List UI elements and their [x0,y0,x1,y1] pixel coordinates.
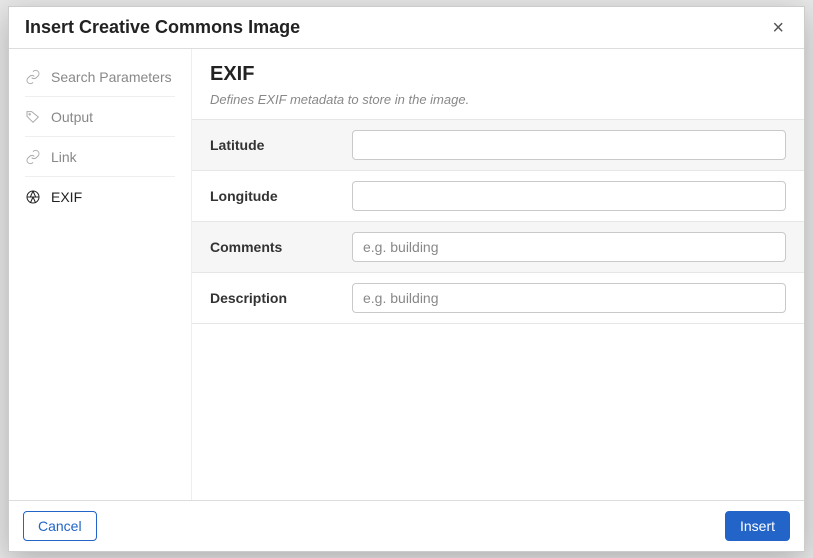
dialog-title: Insert Creative Commons Image [25,17,300,38]
description-input[interactable] [352,283,786,313]
main-header: EXIF Defines EXIF metadata to store in t… [192,49,804,119]
close-icon: × [772,17,784,39]
panel-title: EXIF [210,63,786,86]
insert-button[interactable]: Insert [725,511,790,541]
sidebar-item-output[interactable]: Output [9,97,191,137]
sidebar-item-label: Link [51,149,77,165]
field-row-latitude: Latitude [192,120,804,171]
dialog-body: Search Parameters Output Link [9,49,804,500]
panel-description: Defines EXIF metadata to store in the im… [210,92,786,107]
main-panel: EXIF Defines EXIF metadata to store in t… [191,49,804,500]
sidebar-item-link[interactable]: Link [9,137,191,177]
sidebar-item-exif[interactable]: EXIF [9,177,191,217]
field-label: Longitude [210,188,340,204]
field-label: Latitude [210,137,340,153]
close-button[interactable]: × [768,18,788,38]
latitude-input[interactable] [352,130,786,160]
sidebar-item-label: EXIF [51,189,82,205]
dialog-header: Insert Creative Commons Image × [9,7,804,49]
tag-icon [25,109,41,125]
field-row-longitude: Longitude [192,171,804,222]
cancel-button[interactable]: Cancel [23,511,97,541]
sidebar: Search Parameters Output Link [9,49,191,500]
field-row-comments: Comments [192,222,804,273]
insert-cc-image-dialog: Insert Creative Commons Image × Search P… [8,6,805,552]
sidebar-item-label: Output [51,109,93,125]
comments-input[interactable] [352,232,786,262]
sidebar-item-label: Search Parameters [51,69,172,85]
link-icon [25,149,41,165]
field-row-description: Description [192,273,804,324]
field-label: Description [210,290,340,306]
exif-form: Latitude Longitude Comments Description [192,119,804,324]
dialog-footer: Cancel Insert [9,500,804,551]
sidebar-item-search-parameters[interactable]: Search Parameters [9,57,191,97]
aperture-icon [25,189,41,205]
field-label: Comments [210,239,340,255]
longitude-input[interactable] [352,181,786,211]
link-icon [25,69,41,85]
